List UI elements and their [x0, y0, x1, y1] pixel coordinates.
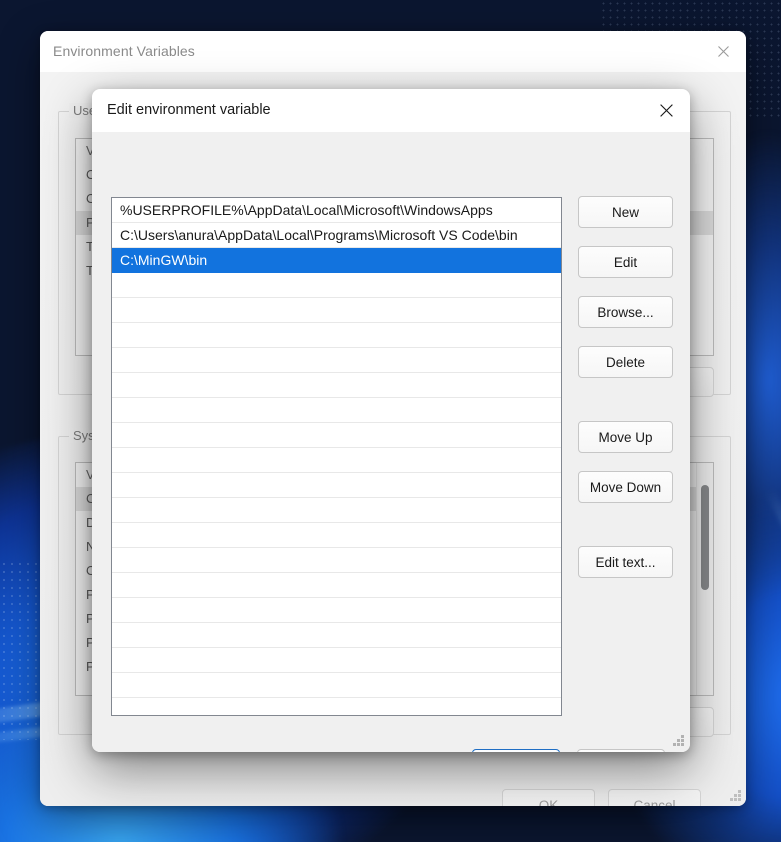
list-item-empty[interactable] [112, 673, 561, 698]
move-up-button[interactable]: Move Up [578, 421, 673, 453]
list-item-empty[interactable] [112, 398, 561, 423]
ok-button[interactable]: OK [472, 749, 560, 752]
list-item[interactable]: C:\MinGW\bin [112, 248, 561, 273]
list-item-empty[interactable] [112, 573, 561, 598]
new-button[interactable]: New [578, 196, 673, 228]
browse-button[interactable]: Browse... [578, 296, 673, 328]
system-list-scrollbar-thumb[interactable] [701, 485, 709, 590]
resize-grip-icon[interactable] [729, 789, 742, 802]
edit-button[interactable]: Edit [578, 246, 673, 278]
list-item-empty[interactable] [112, 448, 561, 473]
resize-grip-icon[interactable] [672, 734, 685, 747]
environment-variables-titlebar: Environment Variables [40, 31, 746, 72]
list-item[interactable]: C:\Users\anura\AppData\Local\Programs\Mi… [112, 223, 561, 248]
cancel-button[interactable]: Cancel [577, 749, 665, 752]
env-ok-button[interactable]: OK [502, 789, 595, 806]
list-item-empty[interactable] [112, 298, 561, 323]
move-down-button[interactable]: Move Down [578, 471, 673, 503]
list-item-empty[interactable] [112, 323, 561, 348]
edit-dialog-titlebar: Edit environment variable [92, 89, 690, 132]
list-item-empty[interactable] [112, 648, 561, 673]
list-item-empty[interactable] [112, 548, 561, 573]
edit-text-button[interactable]: Edit text... [578, 546, 673, 578]
list-item-empty[interactable] [112, 373, 561, 398]
close-icon[interactable] [700, 31, 746, 72]
dialog-title: Edit environment variable [107, 102, 271, 118]
window-title: Environment Variables [53, 43, 195, 59]
list-item-empty[interactable] [112, 523, 561, 548]
list-item-empty[interactable] [112, 348, 561, 373]
list-item-empty[interactable] [112, 498, 561, 523]
list-item[interactable]: %USERPROFILE%\AppData\Local\Microsoft\Wi… [112, 198, 561, 223]
list-item-empty[interactable] [112, 273, 561, 298]
list-item-empty[interactable] [112, 598, 561, 623]
edit-dialog-body: %USERPROFILE%\AppData\Local\Microsoft\Wi… [92, 132, 690, 752]
edit-environment-variable-dialog: Edit environment variable %USERPROFILE%\… [92, 89, 690, 752]
system-list-scrollbar[interactable] [696, 463, 713, 695]
list-item-empty[interactable] [112, 423, 561, 448]
list-item-empty[interactable] [112, 698, 561, 715]
delete-button[interactable]: Delete [578, 346, 673, 378]
env-cancel-button[interactable]: Cancel [608, 789, 701, 806]
close-icon[interactable] [642, 89, 690, 132]
path-entries-list[interactable]: %USERPROFILE%\AppData\Local\Microsoft\Wi… [111, 197, 562, 716]
list-item-empty[interactable] [112, 473, 561, 498]
list-item-empty[interactable] [112, 623, 561, 648]
